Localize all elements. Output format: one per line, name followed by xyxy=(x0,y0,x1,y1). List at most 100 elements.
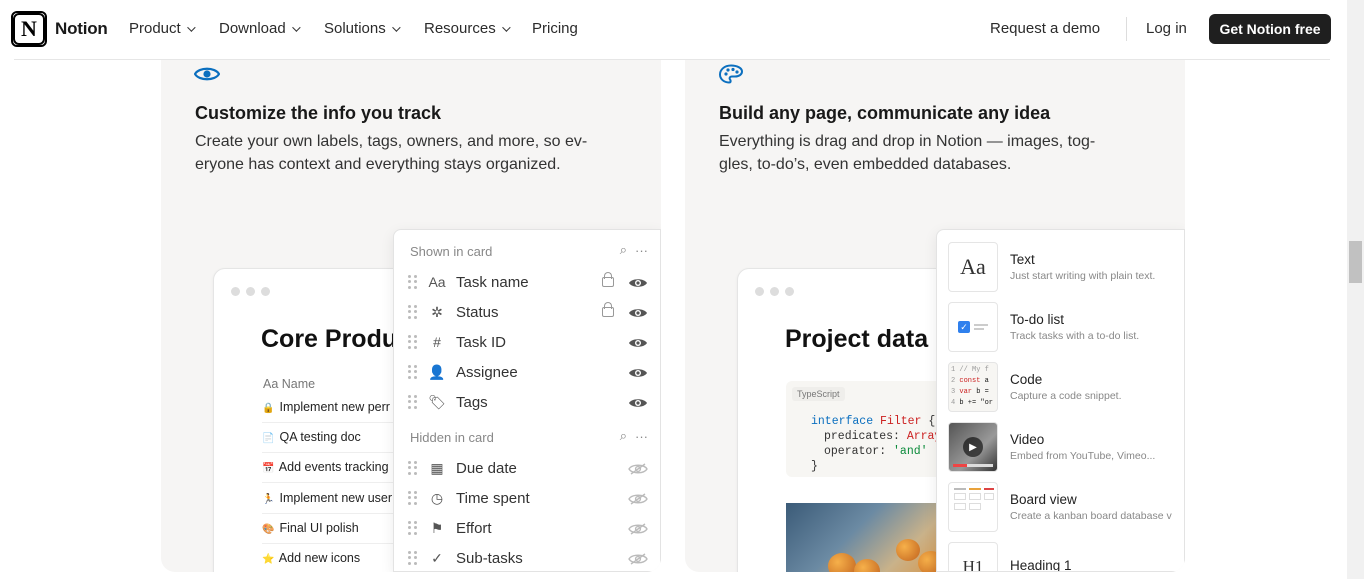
row-icon: 📄 xyxy=(262,433,275,444)
menu-item-name: To-do list xyxy=(1010,312,1065,327)
property-label: Task name xyxy=(456,273,529,291)
menu-item-sub: Capture a code snippet. xyxy=(1010,390,1122,402)
menu-item-text[interactable]: Aa Text Just start writing with plain tex… xyxy=(948,242,1184,292)
eye-icon[interactable] xyxy=(628,336,648,348)
nav-product[interactable]: Product xyxy=(129,20,196,37)
code-language-tag[interactable]: TypeScript xyxy=(792,387,845,401)
chevron-down-icon xyxy=(501,22,511,32)
row-label: Add new icons xyxy=(278,551,361,565)
property-row[interactable]: ✲ Status xyxy=(408,297,648,327)
customize-card: Customize the info you track Create your… xyxy=(161,60,661,572)
video-block-icon: ▶ xyxy=(948,422,998,472)
nav-solutions[interactable]: Solutions xyxy=(324,20,401,37)
brand-name[interactable]: Notion xyxy=(55,19,108,39)
eye-icon[interactable] xyxy=(628,366,648,378)
mock-page-title: Project data xyxy=(785,325,929,353)
still-life-painting-image xyxy=(786,503,946,572)
palette-icon xyxy=(718,64,744,84)
panel-tools: ⌕ ··· xyxy=(620,242,648,258)
chevron-down-icon xyxy=(291,22,301,32)
menu-item-heading1[interactable]: H1 Heading 1 xyxy=(948,542,1184,572)
drag-handle-icon[interactable] xyxy=(408,395,418,409)
eye-off-icon[interactable] xyxy=(628,552,648,565)
top-nav: N Notion Product Download Solutions Reso… xyxy=(0,0,1347,60)
property-type-icon: # xyxy=(433,334,441,350)
property-row[interactable]: ▦ Due date xyxy=(408,453,648,483)
chevron-down-icon xyxy=(186,22,196,32)
request-demo-link[interactable]: Request a demo xyxy=(990,20,1100,37)
property-row[interactable]: ◷ Time spent xyxy=(408,483,648,513)
lock-icon xyxy=(602,302,614,317)
more-icon[interactable]: ··· xyxy=(635,243,648,258)
get-notion-free-button[interactable]: Get Notion free xyxy=(1209,14,1331,44)
mock-page-title: Core Produ xyxy=(261,325,398,353)
panel-tools: ⌕ ··· xyxy=(620,428,648,444)
nav-border xyxy=(14,59,1330,60)
eye-off-icon[interactable] xyxy=(628,462,648,475)
build-page-card: Build any page, communicate any idea Eve… xyxy=(685,60,1185,572)
property-type-icon: ✲ xyxy=(431,303,443,320)
play-icon: ▶ xyxy=(963,437,983,457)
property-label: Assignee xyxy=(456,363,518,381)
property-label: Task ID xyxy=(456,333,507,351)
menu-item-sub: Create a kanban board database v xyxy=(1010,510,1172,522)
drag-handle-icon[interactable] xyxy=(408,305,418,319)
row-label: Implement new perr xyxy=(279,400,390,414)
notion-logo-icon[interactable]: N xyxy=(11,11,47,47)
drag-handle-icon[interactable] xyxy=(408,491,418,505)
menu-item-name: Heading 1 xyxy=(1010,558,1072,572)
eye-icon[interactable] xyxy=(628,306,648,318)
drag-handle-icon[interactable] xyxy=(408,335,418,349)
nav-pricing[interactable]: Pricing xyxy=(532,20,578,37)
blocks-menu: Aa Text Just start writing with plain tex… xyxy=(936,229,1185,572)
property-row[interactable]: ✓ Sub-tasks xyxy=(408,543,648,572)
eye-off-icon[interactable] xyxy=(628,492,648,505)
property-type-icon: ▦ xyxy=(430,459,444,476)
properties-panel: Shown in card ⌕ ··· Aa Task name ✲ Status # Ta… xyxy=(393,229,661,572)
property-row[interactable]: Aa Task name xyxy=(408,267,648,297)
heading-block-icon: H1 xyxy=(948,542,998,571)
property-row[interactable]: ⚑ Effort xyxy=(408,513,648,543)
drag-handle-icon[interactable] xyxy=(408,365,418,379)
drag-handle-icon[interactable] xyxy=(408,461,418,475)
row-icon: 🏃 xyxy=(262,494,275,505)
property-type-icon: 🏷 xyxy=(428,393,446,410)
hidden-section-label: Hidden in card xyxy=(410,430,494,445)
menu-item-todo[interactable]: ✓ To-do list Track tasks with a to-do lis… xyxy=(948,302,1184,352)
property-row[interactable]: 👤 Assignee xyxy=(408,357,648,387)
menu-item-sub: Embed from YouTube, Vimeo... xyxy=(1010,450,1156,462)
search-icon[interactable]: ⌕ xyxy=(620,242,627,258)
eye-icon[interactable] xyxy=(628,276,648,288)
nav-download-label: Download xyxy=(219,20,286,37)
menu-item-board[interactable]: Board view Create a kanban board database… xyxy=(948,482,1184,532)
drag-handle-icon[interactable] xyxy=(408,521,418,535)
more-icon[interactable]: ··· xyxy=(635,429,648,444)
row-label: QA testing doc xyxy=(279,430,361,444)
menu-item-code[interactable]: 1 // My f2 const a3 var b = 4 b += "or Co… xyxy=(948,362,1184,412)
desc-line: gles, to-do’s, even embedded databases. xyxy=(719,156,1012,173)
nav-download[interactable]: Download xyxy=(219,20,301,37)
menu-item-video[interactable]: ▶ Video Embed from YouTube, Vimeo... xyxy=(948,422,1184,472)
page-scrollbar[interactable] xyxy=(1347,0,1364,579)
property-row[interactable]: 🏷 Tags xyxy=(408,387,648,417)
menu-item-name: Board view xyxy=(1010,492,1077,507)
property-label: Effort xyxy=(456,519,492,537)
code-block: TypeScript interface Filter { predicates… xyxy=(786,381,946,477)
row-icon: 🎨 xyxy=(262,524,275,535)
desc-line: Create your own labels, tags, owners, an… xyxy=(195,133,588,150)
login-link[interactable]: Log in xyxy=(1146,20,1187,37)
property-label: Due date xyxy=(456,459,517,477)
row-label: Add events tracking xyxy=(278,460,389,474)
nav-resources[interactable]: Resources xyxy=(424,20,511,37)
drag-handle-icon[interactable] xyxy=(408,551,418,565)
drag-handle-icon[interactable] xyxy=(408,275,418,289)
row-icon: 🔒 xyxy=(262,403,275,414)
property-row[interactable]: # Task ID xyxy=(408,327,648,357)
row-icon: 📅 xyxy=(262,463,275,474)
scrollbar-thumb[interactable] xyxy=(1349,241,1362,283)
eye-icon[interactable] xyxy=(628,396,648,408)
window-dots xyxy=(231,287,270,296)
search-icon[interactable]: ⌕ xyxy=(620,428,627,444)
eye-off-icon[interactable] xyxy=(628,522,648,535)
board-block-icon xyxy=(948,482,998,532)
